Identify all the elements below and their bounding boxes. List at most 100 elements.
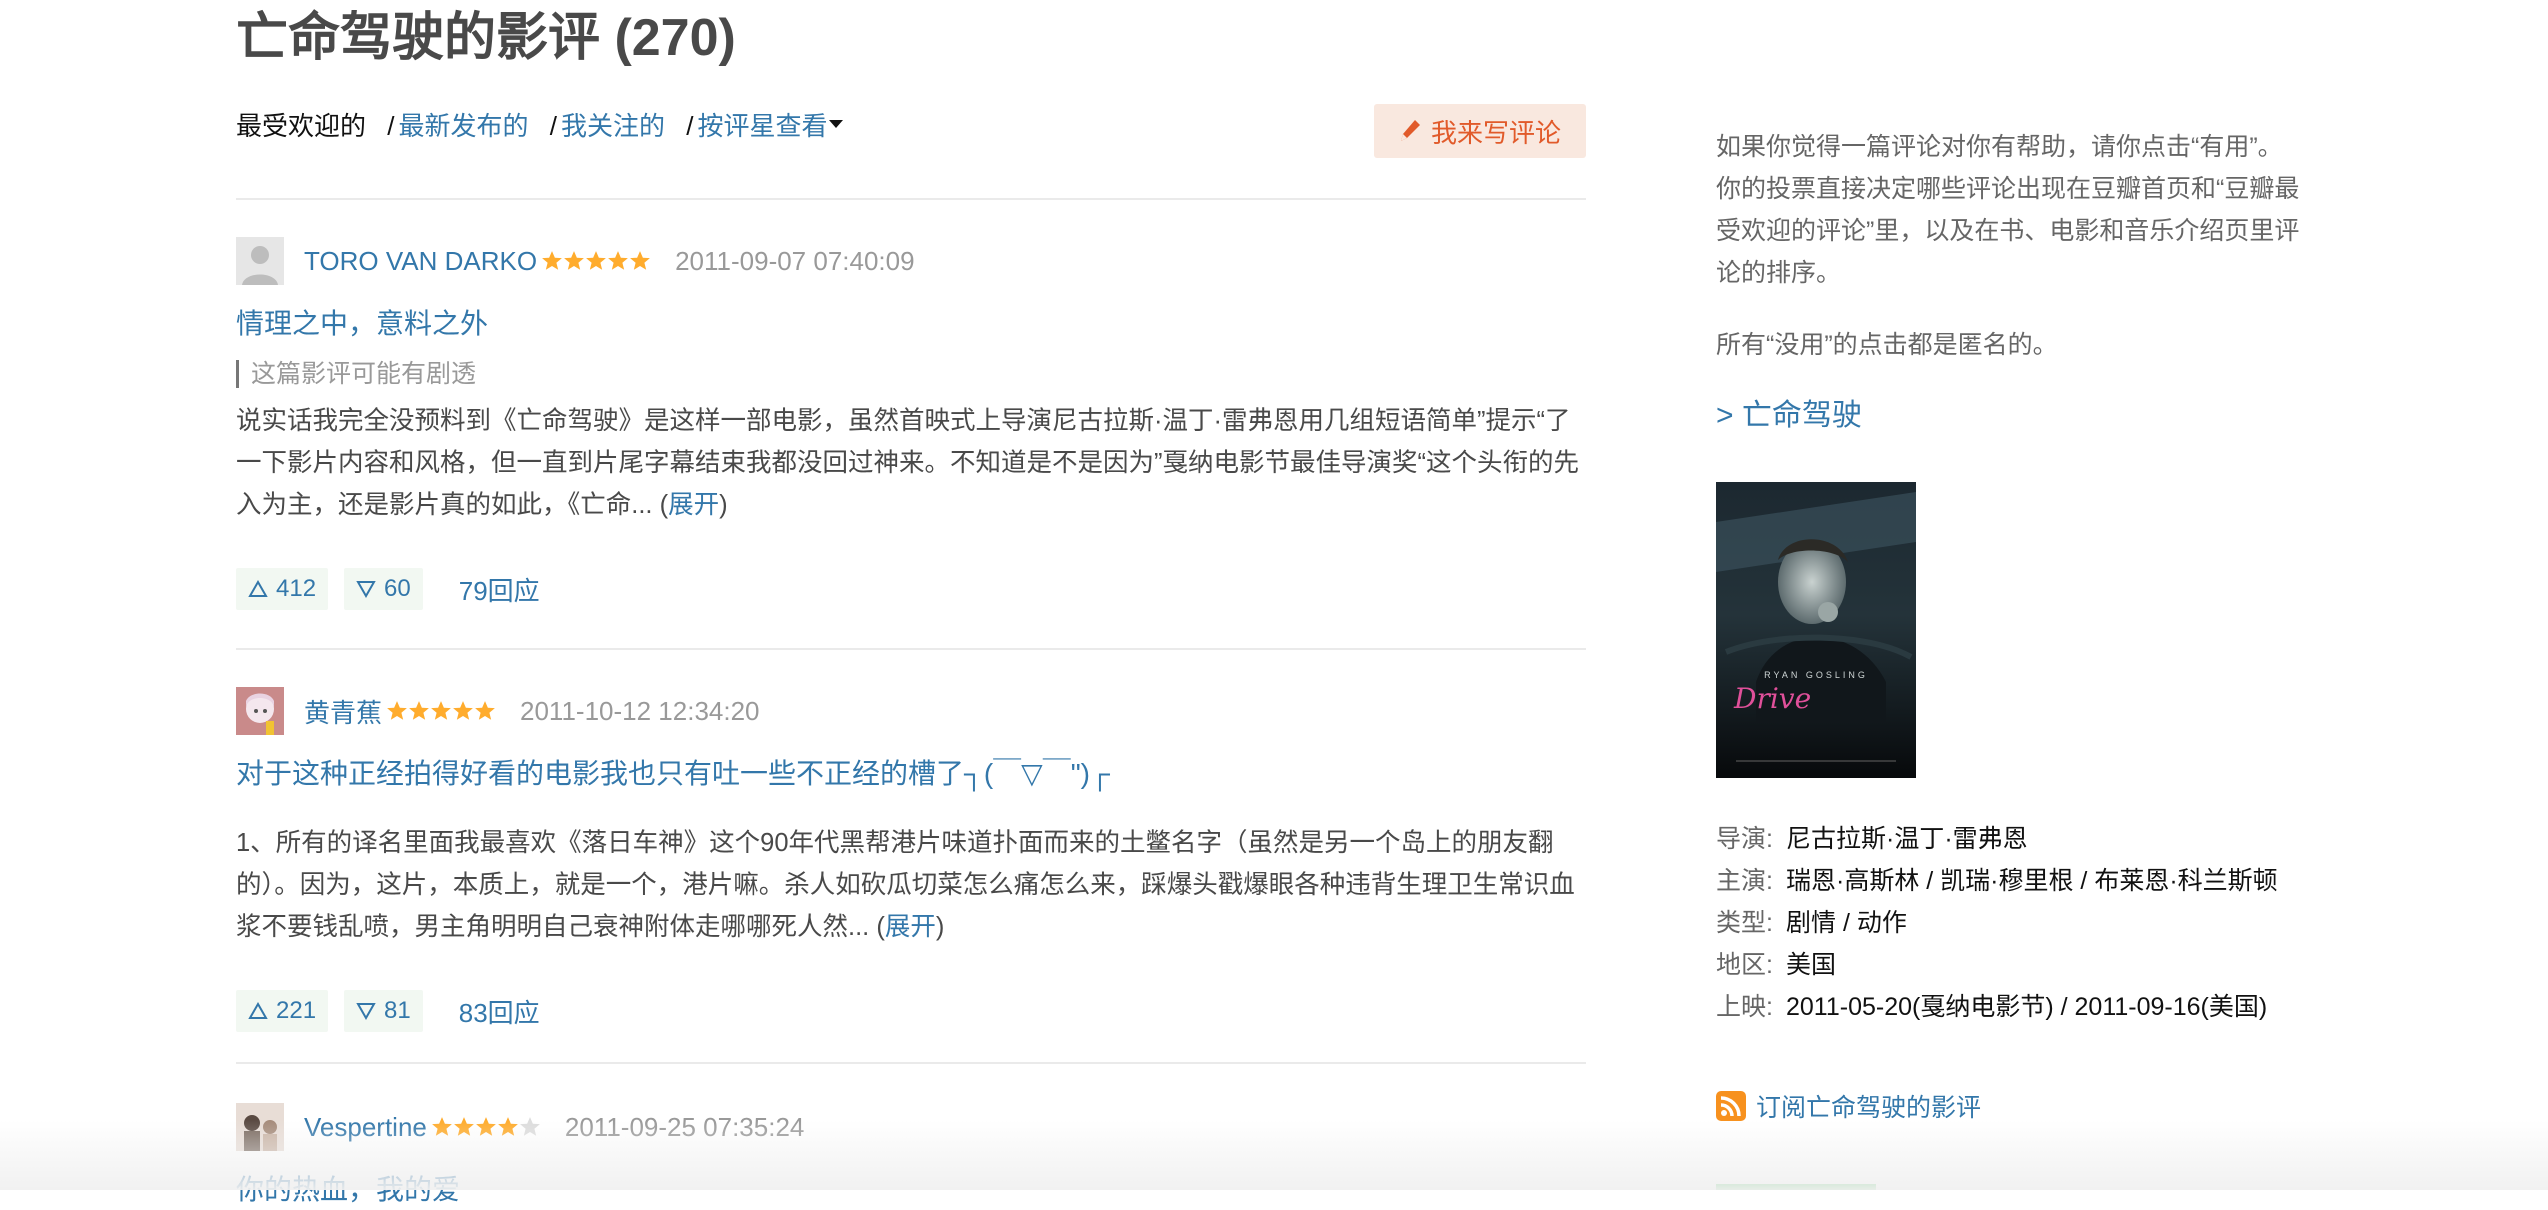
replies-link[interactable]: 79回应 — [459, 571, 540, 608]
write-review-label: 我来写评论 — [1430, 117, 1561, 148]
expand-link[interactable]: 展开 — [668, 491, 719, 519]
sort-latest[interactable]: 最新发布的 — [398, 111, 528, 141]
star-filled-icon — [453, 1117, 474, 1136]
star-filled-icon — [431, 701, 451, 720]
rating-stars — [431, 1116, 541, 1138]
info-value: 尼古拉斯·温丁·雷弗恩 — [1786, 825, 2028, 853]
expand-close: ) — [719, 491, 728, 519]
info-value: 瑞恩·高斯林 / 凯瑞·穆里根 / 布莱恩·科兰斯顿 — [1786, 867, 2278, 895]
divider — [236, 648, 1586, 650]
upvote-button[interactable]: 221 — [236, 990, 329, 1032]
info-key: 上映: — [1716, 993, 1773, 1021]
movie-info: 导演: 尼古拉斯·温丁·雷弗恩 主演: 瑞恩·高斯林 / 凯瑞·穆里根 / 布莱恩·… — [1716, 818, 2278, 1028]
movie-link[interactable]: > 亡命驾驶 — [1716, 394, 1862, 438]
downvote-count: 60 — [384, 575, 411, 602]
poster-credit: RYAN GOSLING — [1764, 670, 1868, 680]
star-filled-icon — [564, 251, 584, 270]
review-author[interactable]: TORO VAN DARKO — [304, 246, 537, 277]
avatar[interactable] — [236, 687, 284, 735]
review-excerpt: 1、所有的译名里面我最喜欢《落日车神》这个90年代黑帮港片味道扑面而来的土鳖名字… — [236, 822, 1586, 948]
sort-popular[interactable]: 最受欢迎的 — [236, 111, 366, 141]
review-header: 黄青蕉 2011-10-12 12:34:20 — [236, 686, 1586, 736]
default-avatar-icon — [236, 237, 284, 285]
review-header: Vespertine 2011-09-25 07:35:24 — [236, 1102, 1586, 1152]
poster-image: RYAN GOSLING Drive — [1716, 482, 1916, 778]
review-author[interactable]: 黄青蕉 — [304, 693, 382, 730]
expand-link[interactable]: 展开 — [885, 913, 936, 941]
info-value: 剧情 / 动作 — [1786, 909, 1907, 937]
star-filled-icon — [608, 251, 628, 270]
info-row: 地区: 美国 — [1716, 944, 2278, 986]
avatar[interactable] — [236, 1103, 284, 1151]
info-value: 美国 — [1786, 951, 1837, 979]
anonymous-note: 所有“没用”的点击都是匿名的。 — [1716, 331, 2058, 359]
info-row: 导演: 尼古拉斯·温丁·雷弗恩 — [1716, 818, 2278, 860]
poster-title: Drive — [1733, 682, 1811, 715]
pencil-icon — [1400, 120, 1420, 141]
info-key: 地区: — [1716, 951, 1773, 979]
review-excerpt: 说实话我完全没预料到《亡命驾驶》是这样一部电影，虽然首映式上导演尼古拉斯·温丁·… — [236, 400, 1586, 526]
divider — [236, 198, 1586, 200]
star-empty-icon — [519, 1117, 540, 1136]
info-key: 类型: — [1716, 909, 1773, 937]
rating-stars — [386, 700, 496, 722]
subscribe-label: 订阅亡命驾驶的影评 — [1756, 1094, 1982, 1122]
sort-separator: / — [549, 111, 557, 141]
partial-green-element — [1716, 1184, 1876, 1190]
sort-following[interactable]: 我关注的 — [561, 111, 665, 141]
write-review-button[interactable]: 我来写评论 — [1374, 104, 1586, 158]
review-item: 黄青蕉 2011-10-12 12:34:20 对于这种正经拍得好看的电影我也只… — [236, 686, 1586, 1032]
avatar[interactable] — [236, 237, 284, 285]
sort-by-rating[interactable]: 按评星查看 — [697, 111, 827, 141]
star-filled-icon — [475, 701, 495, 720]
rss-icon — [1716, 1091, 1746, 1121]
review-time: 2011-10-12 12:34:20 — [520, 695, 760, 726]
expand-close: ) — [935, 913, 945, 941]
review-item: TORO VAN DARKO 2011-09-07 07:40:09 情理之中，… — [236, 236, 1586, 610]
star-filled-icon — [409, 701, 429, 720]
sort-separator: / — [387, 111, 395, 141]
review-author[interactable]: Vespertine — [304, 1112, 427, 1143]
upvote-button[interactable]: 412 — [236, 568, 329, 610]
triangle-down-icon — [356, 1003, 376, 1020]
replies-link[interactable]: 83回应 — [459, 993, 540, 1030]
star-filled-icon — [453, 701, 473, 720]
info-row: 主演: 瑞恩·高斯林 / 凯瑞·穆里根 / 布莱恩·科兰斯顿 — [1716, 860, 2278, 902]
downvote-button[interactable]: 81 — [344, 990, 423, 1032]
star-filled-icon — [542, 251, 562, 270]
help-tip: 如果你觉得一篇评论对你有帮助，请你点击“有用”。你的投票直接决定哪些评论出现在豆… — [1716, 133, 2300, 287]
star-filled-icon — [630, 251, 650, 270]
sort-bar: 最受欢迎的 / 最新发布的 / 我关注的 / 按评星查看 — [236, 106, 844, 146]
triangle-down-icon — [356, 581, 376, 598]
star-filled-icon — [431, 1117, 452, 1136]
star-filled-icon — [586, 251, 606, 270]
triangle-up-icon — [248, 1002, 268, 1019]
review-excerpt-text: 说实话我完全没预料到《亡命驾驶》是这样一部电影，虽然首映式上导演尼古拉斯·温丁·… — [236, 407, 1579, 519]
info-row: 上映: 2011-05-20(戛纳电影节) / 2011-09-16(美国) — [1716, 986, 2278, 1028]
downvote-button[interactable]: 60 — [344, 568, 423, 610]
subscribe-link[interactable]: 订阅亡命驾驶的影评 — [1716, 1088, 1981, 1124]
review-actions: 412 60 79回应 — [236, 568, 1586, 610]
upvote-count: 412 — [276, 575, 317, 602]
caret-down-icon[interactable] — [829, 120, 844, 129]
review-time: 2011-09-25 07:35:24 — [564, 1111, 805, 1142]
info-row: 类型: 剧情 / 动作 — [1716, 902, 2278, 944]
page-title: 亡命驾驶的影评 (270) — [236, 9, 736, 67]
info-value: 2011-05-20(戛纳电影节) / 2011-09-16(美国) — [1786, 993, 2268, 1021]
review-time: 2011-09-07 07:40:09 — [675, 245, 915, 276]
spoiler-warning: 这篇影评可能有剧透 — [236, 360, 1586, 388]
user-avatar-icon — [236, 687, 284, 735]
review-title[interactable]: 情理之中，意料之外 — [236, 304, 1586, 344]
review-header: TORO VAN DARKO 2011-09-07 07:40:09 — [236, 236, 1586, 286]
star-filled-icon — [387, 701, 407, 720]
info-key: 导演: — [1716, 825, 1773, 853]
user-avatar-icon — [236, 1103, 284, 1151]
info-key: 主演: — [1716, 867, 1773, 895]
review-title[interactable]: 对于这种正经拍得好看的电影我也只有吐一些不正经的槽了┐(￣▽￣")┌ — [236, 754, 1586, 794]
star-filled-icon — [497, 1117, 518, 1136]
star-filled-icon — [475, 1117, 496, 1136]
movie-poster[interactable]: RYAN GOSLING Drive — [1716, 482, 1916, 778]
review-actions: 221 81 83回应 — [236, 990, 1586, 1032]
review-title[interactable]: 你的热血，我的爱 — [236, 1170, 1586, 1210]
upvote-count: 221 — [276, 997, 317, 1024]
